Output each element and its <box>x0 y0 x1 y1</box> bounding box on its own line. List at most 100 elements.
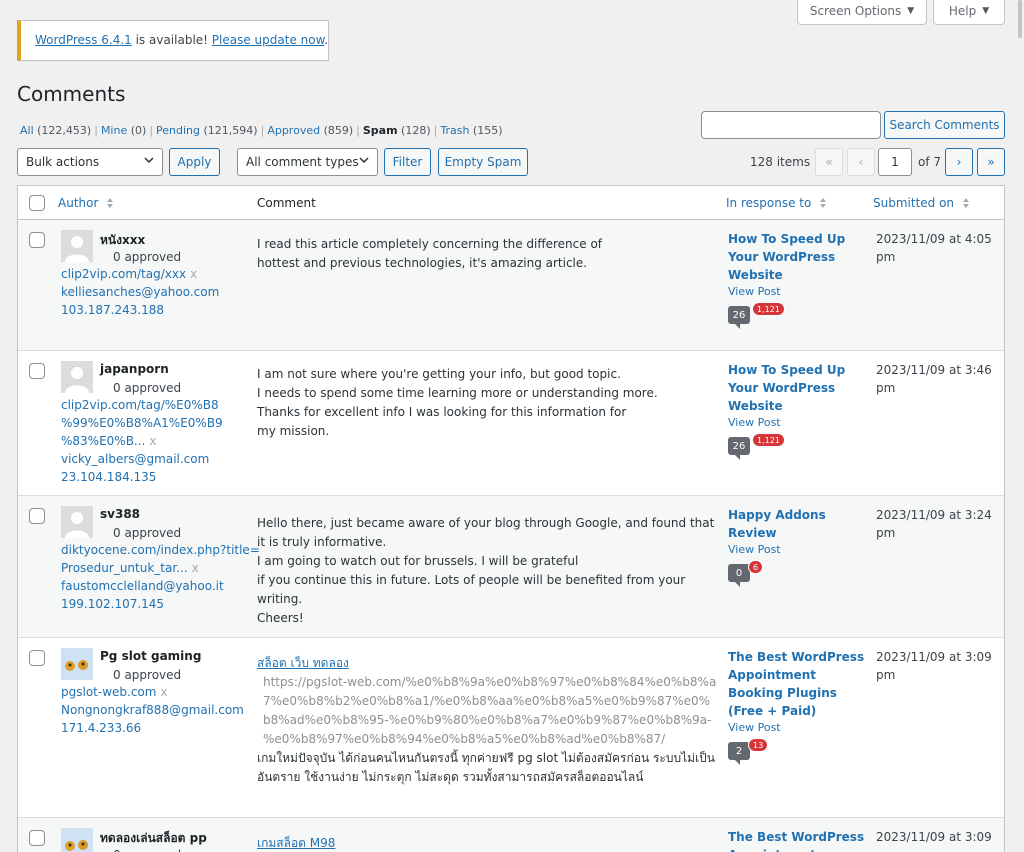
author-detail-link[interactable]: 171.4.233.66 <box>61 719 241 737</box>
response-post-link[interactable]: How To Speed Up Your WordPress Website <box>728 361 868 415</box>
in-response-to: How To Speed Up Your WordPress Website Vi… <box>728 361 868 460</box>
comment-text: เกมสล็อต M98 <box>257 834 717 852</box>
comment-count[interactable]: 26 1,121 <box>728 302 868 329</box>
comment-body: I am not sure where you're getting your … <box>257 367 658 438</box>
author-url-remove[interactable]: x <box>160 685 167 699</box>
response-post-link[interactable]: The Best WordPress Appointment Booking <box>728 828 868 852</box>
filter-count: (122,453) <box>33 124 92 137</box>
row-checkbox[interactable] <box>29 363 45 379</box>
filter-trash[interactable]: Trash <box>440 124 469 137</box>
column-in-response-to-label: In response to <box>726 196 812 210</box>
comment-link[interactable]: สล็อต เว็บ ทดลอง <box>257 654 717 673</box>
author-detail-link[interactable]: clip2vip.com/tag/%E0%B8 <box>61 396 241 414</box>
approved-comments-bubble[interactable]: 0 <box>728 564 750 587</box>
submitted-date: 2023/11/09 at 3:09 <box>876 830 992 844</box>
approved-comments-bubble[interactable]: 26 <box>728 437 750 460</box>
comment-type-select[interactable]: All comment types <box>237 148 378 176</box>
author-approved-count: 0 approved <box>113 668 182 682</box>
view-post-link[interactable]: View Post <box>728 721 868 734</box>
row-checkbox[interactable] <box>29 650 45 666</box>
comment-count[interactable]: 26 1,121 <box>728 433 868 460</box>
view-post-link[interactable]: View Post <box>728 416 868 429</box>
author-details: clip2vip.com/tag/xxx x kelliesanches@yahoo… <box>61 265 241 319</box>
column-submitted-on[interactable]: Submitted on <box>873 196 970 210</box>
row-checkbox[interactable] <box>29 508 45 524</box>
author-url-remove[interactable]: x <box>190 267 197 281</box>
author-detail-link[interactable]: 199.102.107.145 <box>61 595 241 613</box>
items-count: 128 items <box>750 155 811 169</box>
author-detail-link[interactable]: Nongnongkraf888@gmail.com <box>61 701 244 719</box>
pending-comments-badge[interactable]: 1,121 <box>752 433 785 447</box>
in-response-to: The Best WordPress Appointment Booking <box>728 828 868 852</box>
approved-comments-bubble[interactable]: 2 <box>728 742 750 765</box>
wordpress-version-link[interactable]: WordPress 6.4.1 <box>35 33 132 47</box>
page-title: Comments <box>17 82 126 106</box>
author-detail-link[interactable]: clip2vip.com/tag/xxx x <box>61 265 241 283</box>
author-detail-link[interactable]: vicky_albers@gmail.com <box>61 450 241 468</box>
view-post-link[interactable]: View Post <box>728 543 868 556</box>
bulk-actions-value: Bulk actions <box>26 155 100 169</box>
comment-count[interactable]: 2 13 <box>728 738 868 765</box>
author-detail-link[interactable]: kelliesanches@yahoo.com <box>61 283 241 301</box>
pending-comments-badge[interactable]: 13 <box>748 738 769 752</box>
scrollbar-thumb[interactable] <box>1018 0 1022 38</box>
comment-type-value: All comment types <box>246 155 359 169</box>
author-name: ทดลองเล่นสล็อต pp <box>100 831 207 845</box>
submitted-date: 2023/11/09 at 3:46 pm <box>876 363 992 395</box>
filter-mine[interactable]: Mine <box>101 124 127 137</box>
default-avatar-icon <box>61 230 93 262</box>
filter-all[interactable]: All <box>20 124 34 137</box>
author-detail-link[interactable]: %99%E0%B8%A1%E0%B9 <box>61 414 241 432</box>
view-post-link[interactable]: View Post <box>728 285 868 298</box>
column-in-response-to[interactable]: In response to <box>726 196 827 210</box>
update-now-link[interactable]: Please update now <box>212 33 325 47</box>
notice-text: is available! <box>131 33 212 47</box>
filter-count: (155) <box>469 124 503 137</box>
author-detail-link[interactable]: %83%E0%B... x <box>61 432 241 450</box>
comment-count[interactable]: 06 <box>728 560 868 587</box>
author-detail-link[interactable]: diktyocene.com/index.php?title= <box>61 541 260 559</box>
avatar <box>61 230 93 262</box>
response-post-link[interactable]: How To Speed Up Your WordPress Website <box>728 230 868 284</box>
empty-spam-button[interactable]: Empty Spam <box>438 148 528 176</box>
current-page-input[interactable]: 1 <box>878 148 912 176</box>
author-details: diktyocene.com/index.php?title= Prosedur_… <box>61 541 260 613</box>
next-page-button[interactable]: › <box>945 148 973 176</box>
comment-text: Hello there, just became aware of your b… <box>257 514 717 628</box>
search-comments-button[interactable]: Search Comments <box>884 111 1005 139</box>
row-checkbox[interactable] <box>29 232 45 248</box>
help-button[interactable]: Help ▼ <box>933 0 1005 25</box>
filter-button[interactable]: Filter <box>384 148 431 176</box>
approved-comments-bubble[interactable]: 26 <box>728 306 750 329</box>
filter-pending[interactable]: Pending <box>156 124 200 137</box>
screen-options-label: Screen Options <box>809 4 902 18</box>
author-url-remove[interactable]: x <box>149 434 156 448</box>
filter-spam: Spam <box>362 124 398 137</box>
author-url-remove[interactable]: x <box>192 561 199 575</box>
author-detail-link[interactable]: Prosedur_untuk_tar... x <box>61 559 241 577</box>
chevron-down-icon <box>144 157 154 164</box>
pending-comments-badge[interactable]: 1,121 <box>752 302 785 316</box>
pending-comments-badge[interactable]: 6 <box>748 560 764 574</box>
column-author[interactable]: Author <box>58 196 114 210</box>
author-detail-link[interactable]: faustomcclelland@yahoo.it <box>61 577 241 595</box>
select-all-checkbox[interactable] <box>29 195 45 211</box>
comment-text: สล็อต เว็บ ทดลอง https://pgslot-web.com/%… <box>257 654 717 787</box>
screen-options-button[interactable]: Screen Options ▼ <box>797 0 927 25</box>
author-name: Pg slot gaming <box>100 649 202 663</box>
author-approved-count: 0 approved <box>113 381 182 395</box>
filter-approved[interactable]: Approved <box>267 124 320 137</box>
response-post-link[interactable]: The Best WordPress Appointment Booking P… <box>728 648 868 720</box>
comment-link[interactable]: เกมสล็อต M98 <box>257 834 717 852</box>
author-detail-link[interactable]: pgslot-web.com x <box>61 683 241 701</box>
author-detail-link[interactable]: 103.187.243.188 <box>61 301 241 319</box>
author-detail-link[interactable]: 23.104.184.135 <box>61 468 241 486</box>
update-notice: WordPress 6.4.1 is available! Please upd… <box>17 20 329 61</box>
bulk-actions-select[interactable]: Bulk actions <box>17 148 163 176</box>
last-page-button[interactable]: » <box>977 148 1005 176</box>
search-input[interactable] <box>701 111 881 139</box>
filter-separator: | <box>433 124 438 137</box>
apply-button[interactable]: Apply <box>169 148 220 176</box>
row-checkbox[interactable] <box>29 830 45 846</box>
response-post-link[interactable]: Happy Addons Review <box>728 506 868 542</box>
